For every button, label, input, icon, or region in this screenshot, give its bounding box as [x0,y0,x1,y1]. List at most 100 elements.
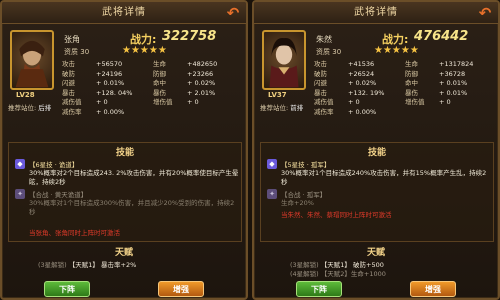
recommend-label: 推荐站位: [260,104,289,112]
stat-value: +1317824 [439,60,474,68]
talent-section-title: 天赋 [366,248,385,258]
stat-key: 暴击 [62,88,75,97]
quality-value: 30 [332,48,342,56]
stat-value: + 0.00% [348,107,377,116]
combo-skill-icon: ✦ [15,189,25,199]
skill-box: 技能 ◆ 【5星技 · 孤军】 30%概率对1个目标造成240%攻击伤害，并有1… [260,142,494,242]
talent-unlock: (3星解锁) [38,261,67,269]
unequip-button[interactable]: 下阵 [44,281,90,297]
skill1-name: 【5星技 · 孤军】 [281,161,331,169]
stat-row: 闪避 + 0.01% 命中 + 0.02% [62,79,244,89]
stat-key: 减伤值 [314,98,334,107]
skill-section-title: 技能 [367,148,386,158]
quality-label: 资质 [316,48,330,56]
stat-row: 攻击 +41536 生命 +1317824 [314,60,496,70]
stat-value: +128. 04% [96,88,133,97]
recommend-position: 推荐站位: 前排 [260,102,303,112]
talent-line-2: (4星解锁) 【天赋2】生命+1000 [290,270,386,278]
recommend-value: 后排 [38,104,52,112]
hero-level: LV37 [268,91,287,99]
skill2-desc: 生命+20% [281,199,314,207]
stat-row: 暴击 +128. 04% 暴伤 + 2.01% [62,89,244,99]
star-rating: ★★★★★ [374,45,419,56]
talent-value: 暴击率+2% [101,261,137,269]
hero-detail-panel-right: 武将详情 ↶ LV37 推荐站位: 前排 朱然 战力: 476442 资质 30… [252,0,500,300]
stats-table: 攻击 +41536 生命 +1317824 破防 +26524 防御 +36728 闪避… [314,60,496,118]
hero-portrait [10,30,54,90]
stat-row: 减伤值 + 0 增伤值 + 0 [314,98,496,108]
skill2-desc: 30%概率对1个目标造成300%伤害，并且减少20%受到的伤害，持续2秒 [29,199,235,216]
stat-value: + 2.01% [187,88,216,97]
stat-value: + 0.00% [96,107,125,116]
stat-row: 暴击 +132. 19% 暴伤 + 0.01% [314,89,496,99]
quality-value: 30 [80,48,90,56]
skill-section-title: 技能 [115,148,134,158]
back-arrow-icon[interactable]: ↶ [476,4,494,22]
stat-value: +26524 [348,69,375,78]
stat-key: 破防 [62,69,75,78]
quality: 资质 30 [64,47,89,57]
stat-value: +36728 [439,69,466,78]
stat-row: 减伤值 + 0 增伤值 + 0 [62,98,244,108]
back-arrow-icon[interactable]: ↶ [224,4,242,22]
stat-value: + 0 [439,98,451,107]
stat-key: 破防 [314,69,327,78]
stat-value: +56570 [96,60,123,68]
skill-gem-icon: ◆ [15,159,25,169]
hero-level: LV28 [16,91,35,99]
stat-row: 闪避 + 0.02% 命中 + 0.01% [314,79,496,89]
skill2-requirement: 当朱然、朱然、蔡瑁同时上阵时可激活 [281,211,392,219]
stat-key: 减伤值 [62,98,82,107]
combo-skill-icon: ✦ [267,189,277,199]
stats-table: 攻击 +56570 生命 +482650 破防 +24196 防御 +23266 闪避 +… [62,60,244,118]
stat-value: + 0.01% [439,79,468,88]
hero-detail-panel-left: 武将详情 ↶ LV28 推荐站位: 后排 张角 战力: 322758 资质 30… [0,0,248,300]
hero-portrait [262,30,306,90]
talent-line: (3星解锁) 【天赋1】 暴击率+2% [38,259,136,269]
quality: 资质 30 [316,47,341,57]
enhance-button[interactable]: 增强 [410,281,456,297]
star-rating: ★★★★★ [122,45,167,56]
hero-portrait-art [269,38,299,88]
stat-key: 攻击 [62,60,75,68]
power-value: 322758 [162,29,217,44]
quality-label: 资质 [64,48,78,56]
stat-key: 闪避 [314,79,327,88]
stat-key: 减伤率 [314,107,334,116]
recommend-value: 前排 [290,104,304,112]
stat-value: +24196 [96,69,123,78]
stat-row: 攻击 +56570 生命 +482650 [62,60,244,70]
stat-value: + 0 [96,98,108,107]
skill1-name: 【6星技 · 诡道】 [29,161,79,169]
skill-box: 技能 ◆ 【6星技 · 诡道】 30%概率对2个目标造成243. 2%攻击伤害，… [8,142,242,242]
stat-value: +23266 [187,69,214,78]
hero-name: 朱然 [316,35,332,44]
stat-key: 暴击 [314,88,327,97]
stat-key: 减伤率 [62,107,82,116]
stat-value: + 0 [187,98,199,107]
stat-key: 闪避 [62,79,75,88]
enhance-button[interactable]: 增强 [158,281,204,297]
stat-value: + 0.01% [439,88,468,97]
stat-row: 破防 +24196 防御 +23266 [62,70,244,80]
stat-value: + 0.02% [187,79,216,88]
stat-value: + 0 [348,98,360,107]
stat-key: 增伤值 [405,98,425,107]
stat-key: 暴伤 [405,88,418,97]
unequip-button[interactable]: 下阵 [296,281,342,297]
hero-portrait-art [15,40,49,88]
stat-key: 命中 [153,79,166,88]
stat-key: 生命 [153,60,166,68]
power-value: 476442 [414,29,469,44]
skill1-desc: 30%概率对1个目标造成240%攻击伤害，并有15%概率产生乱，持续2秒 [281,169,487,186]
skill2-name: 【合战 · 黄天诡道】 [29,191,88,199]
stat-row: 破防 +26524 防御 +36728 [314,70,496,80]
stat-row: 减伤率 + 0.00% [314,108,496,118]
skill-gem-icon: ◆ [267,159,277,169]
panel-title: 武将详情 [2,2,246,24]
stat-value: +41536 [348,60,375,68]
talent-name: 【天赋1】 [68,261,99,269]
skill2-requirement: 当张角、张角同时上阵时可激活 [29,229,120,237]
skill2-name: 【合战 · 孤军】 [281,191,327,199]
stat-key: 命中 [405,79,418,88]
